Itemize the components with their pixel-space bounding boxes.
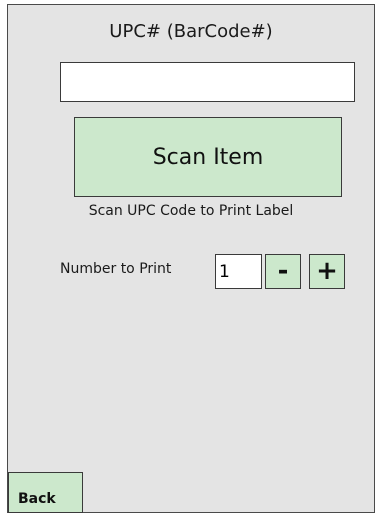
decrement-button[interactable]: - — [265, 254, 301, 289]
number-to-print-label: Number to Print — [60, 261, 172, 277]
number-to-print-field[interactable] — [215, 254, 262, 289]
upc-title: UPC# (BarCode#) — [109, 21, 273, 42]
upc-input[interactable] — [60, 62, 355, 102]
print-label-screen: UPC# (BarCode#) Scan Item Scan UPC Code … — [7, 4, 375, 513]
increment-button[interactable]: + — [309, 254, 345, 289]
scan-hint-text: Scan UPC Code to Print Label — [88, 203, 294, 219]
scan-item-button[interactable]: Scan Item — [74, 117, 342, 197]
back-button[interactable]: Back — [8, 472, 83, 513]
